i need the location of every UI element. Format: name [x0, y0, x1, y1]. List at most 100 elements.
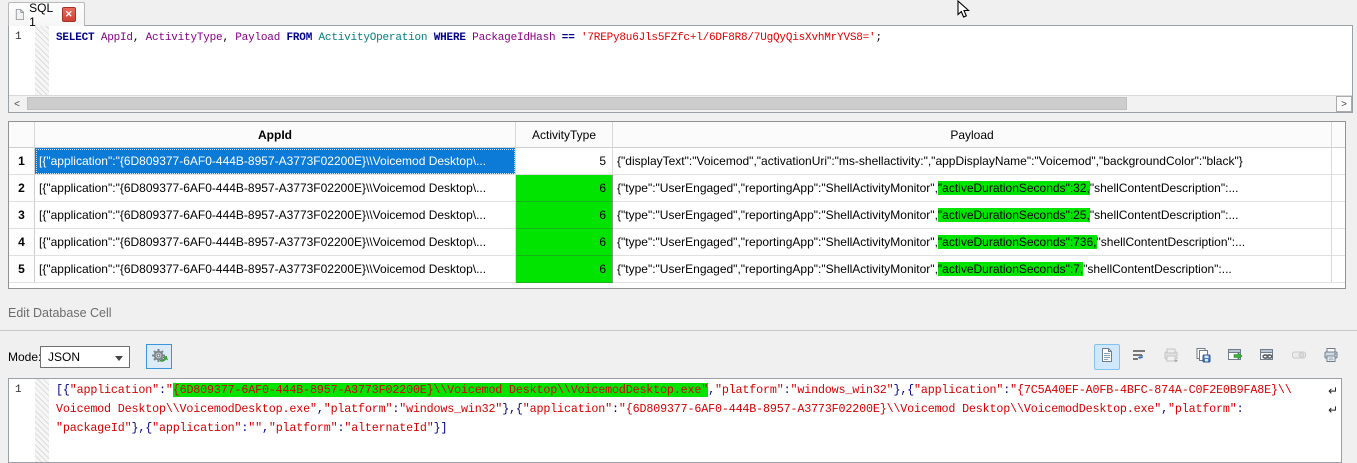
- payload-text: {"type":"UserEngaged","reportingApp":"Sh…: [617, 262, 938, 276]
- code-token: ;: [875, 32, 881, 44]
- payload-text: "shellContentDescription":...: [1097, 235, 1246, 249]
- code-token: ,: [708, 383, 715, 397]
- code-token: ,: [262, 421, 269, 435]
- extra-cell: [1332, 175, 1345, 202]
- word-wrap-button[interactable]: [1126, 344, 1152, 370]
- code-token: Voicemod Desktop\\VoicemodDesktop.exe": [56, 402, 317, 416]
- results-body: 1[{"application":"{6D809377-6AF0-444B-89…: [9, 148, 1345, 283]
- row-number[interactable]: 1: [9, 148, 35, 175]
- save-button[interactable]: [1190, 344, 1216, 370]
- import-icon: [1163, 347, 1179, 368]
- code-token: "application": [914, 383, 1003, 397]
- code-token: :: [159, 383, 166, 397]
- payload-text: "shellContentDescription":...: [1090, 208, 1239, 222]
- code-token: [{: [56, 383, 70, 397]
- set-null-button: [1286, 344, 1312, 370]
- code-token: :: [612, 402, 619, 416]
- sql-hscrollbar[interactable]: < >: [9, 95, 1352, 112]
- payload-highlight: "activeDurationSeconds":32,: [938, 181, 1090, 195]
- activitytype-cell[interactable]: 6: [516, 256, 613, 283]
- tab-sql1[interactable]: SQL 1 ✕: [8, 2, 85, 26]
- payload-cell[interactable]: {"type":"UserEngaged","reportingApp":"Sh…: [613, 202, 1332, 229]
- import-button: [1158, 344, 1184, 370]
- scroll-right-icon[interactable]: >: [1336, 96, 1352, 112]
- extra-cell: [1332, 148, 1345, 175]
- code-token: ": [166, 383, 173, 397]
- activitytype-cell[interactable]: 6: [516, 229, 613, 256]
- sql-code-line[interactable]: SELECT AppId, ActivityType, Payload FROM…: [56, 32, 882, 44]
- editor-line[interactable]: "packageId"},{"application":"","platform…: [56, 421, 1335, 440]
- wrap-marker-icon: ↵: [1328, 384, 1338, 398]
- code-token: "": [248, 421, 262, 435]
- open-window-button[interactable]: [1222, 344, 1248, 370]
- header-payload[interactable]: Payload: [613, 122, 1332, 147]
- payload-cell[interactable]: {"type":"UserEngaged","reportingApp":"Sh…: [613, 229, 1332, 256]
- code-token: "packageId": [56, 421, 132, 435]
- row-number[interactable]: 3: [9, 202, 35, 229]
- activitytype-cell[interactable]: 6: [516, 175, 613, 202]
- code-token: "application": [70, 383, 159, 397]
- code-token: "platform": [324, 402, 393, 416]
- code-token: "platform": [269, 421, 338, 435]
- sql-editor[interactable]: 1 SELECT AppId, ActivityType, Payload FR…: [8, 25, 1353, 113]
- link-button[interactable]: [1254, 344, 1280, 370]
- header-appid[interactable]: AppId: [35, 122, 516, 147]
- text-view-button[interactable]: [1094, 344, 1120, 370]
- payload-cell[interactable]: {"type":"UserEngaged","reportingApp":"Sh…: [613, 175, 1332, 202]
- scroll-left-icon[interactable]: <: [9, 96, 25, 112]
- window-arrow-icon: [1227, 347, 1243, 368]
- close-icon[interactable]: ✕: [62, 7, 76, 22]
- appid-cell[interactable]: [{"application":"{6D809377-6AF0-444B-895…: [35, 202, 516, 229]
- code-token: },{: [893, 383, 914, 397]
- code-token: ,: [222, 32, 235, 44]
- tab-label: SQL 1: [29, 1, 57, 29]
- payload-text: {"displayText":"Voicemod","activationUri…: [617, 154, 1243, 168]
- code-token: {6D809377-6AF0-444B-8957-A3773F02200E}\\…: [173, 383, 708, 397]
- code-token: "windows_win32": [790, 383, 893, 397]
- code-token: PackageIdHash: [472, 32, 555, 44]
- mode-select[interactable]: JSON: [40, 346, 130, 368]
- sql-line-number: 1: [9, 26, 35, 95]
- payload-highlight: "activeDurationSeconds":7,: [938, 262, 1083, 276]
- cell-editor-lines[interactable]: [{"application":"{6D809377-6AF0-444B-895…: [56, 383, 1335, 440]
- activitytype-cell[interactable]: 6: [516, 202, 613, 229]
- payload-highlight: "activeDurationSeconds":736,: [938, 235, 1097, 249]
- activitytype-cell[interactable]: 5: [516, 148, 613, 175]
- table-row: 5[{"application":"{6D809377-6AF0-444B-89…: [9, 256, 1345, 283]
- payload-cell[interactable]: {"displayText":"Voicemod","activationUri…: [613, 148, 1332, 175]
- appid-cell[interactable]: [{"application":"{6D809377-6AF0-444B-895…: [35, 148, 516, 175]
- payload-text: "shellContentDescription":...: [1090, 181, 1239, 195]
- appid-cell[interactable]: [{"application":"{6D809377-6AF0-444B-895…: [35, 229, 516, 256]
- word-wrap-icon: [1131, 347, 1147, 368]
- results-table: AppId ActivityType Payload 1[{"applicati…: [8, 121, 1346, 289]
- appid-cell[interactable]: [{"application":"{6D809377-6AF0-444B-895…: [35, 256, 516, 283]
- code-token: "application": [523, 402, 612, 416]
- appid-cell[interactable]: [{"application":"{6D809377-6AF0-444B-895…: [35, 175, 516, 202]
- print-button[interactable]: [1318, 344, 1344, 370]
- code-token: ==: [555, 32, 581, 44]
- mode-label: Mode:: [8, 350, 41, 364]
- editor-line[interactable]: [{"application":"{6D809377-6AF0-444B-895…: [56, 383, 1335, 402]
- payload-cell[interactable]: {"type":"UserEngaged","reportingApp":"Sh…: [613, 256, 1332, 283]
- corner-header[interactable]: [9, 122, 35, 147]
- code-token: }]: [434, 421, 448, 435]
- scroll-thumb[interactable]: [27, 97, 1127, 110]
- code-token: WHERE: [434, 32, 466, 44]
- row-number[interactable]: 5: [9, 256, 35, 283]
- editor-line[interactable]: Voicemod Desktop\\VoicemodDesktop.exe", "…: [56, 402, 1335, 421]
- save-icon: [1195, 347, 1211, 368]
- header-activitytype[interactable]: ActivityType: [516, 122, 613, 147]
- row-number[interactable]: 4: [9, 229, 35, 256]
- cell-line-number: 1: [9, 379, 35, 462]
- auto-format-button[interactable]: [146, 344, 172, 369]
- mode-value: JSON: [48, 350, 80, 364]
- payload-text: {"type":"UserEngaged","reportingApp":"Sh…: [617, 181, 938, 195]
- payload-text: "shellContentDescription":...: [1083, 262, 1232, 276]
- code-token: SELECT: [56, 32, 101, 44]
- table-row: 1[{"application":"{6D809377-6AF0-444B-89…: [9, 148, 1345, 175]
- row-number[interactable]: 2: [9, 175, 35, 202]
- cell-editor[interactable]: 1 [{"application":"{6D809377-6AF0-444B-8…: [8, 378, 1342, 463]
- code-token: ,: [1161, 402, 1168, 416]
- header-extra: [1332, 122, 1345, 147]
- code-token: },{: [132, 421, 153, 435]
